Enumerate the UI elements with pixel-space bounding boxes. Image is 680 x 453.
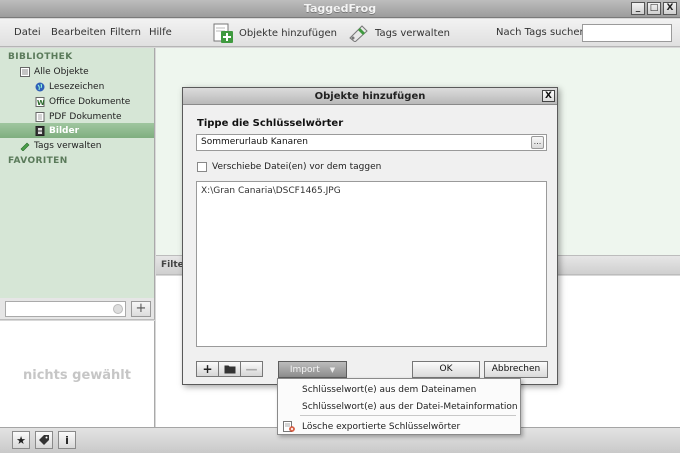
ok-button[interactable]: OK bbox=[412, 361, 480, 378]
chevron-down-icon: ▼ bbox=[329, 365, 336, 374]
menu-bearbeiten[interactable]: Bearbeiten bbox=[51, 27, 106, 38]
menu-filtern[interactable]: Filtern bbox=[110, 27, 141, 38]
window-title: TaggedFrog bbox=[303, 2, 377, 15]
dialog-titlebar: Objekte hinzufügen X bbox=[183, 88, 557, 105]
sidebar-item-office-documents[interactable]: W Office Dokumente bbox=[35, 95, 130, 109]
window-controls: _ □ X bbox=[631, 2, 677, 15]
tag-pencil-icon bbox=[349, 25, 368, 42]
import-dropdown-button[interactable]: Import ▼ bbox=[278, 361, 347, 378]
sidebar-detail-pane: nichts gewählt bbox=[0, 321, 155, 427]
list-item[interactable]: X:\Gran Canaria\DSCF1465.JPG bbox=[201, 186, 341, 196]
sidebar-item-label: Office Dokumente bbox=[49, 97, 131, 107]
sidebar-item-label: PDF Dokumente bbox=[49, 112, 122, 122]
svg-text:W: W bbox=[37, 99, 45, 107]
menu-item-delete-exported-keywords[interactable]: Lösche exportierte Schlüsselwörter bbox=[302, 422, 460, 432]
manage-tags-button[interactable]: Tags verwalten bbox=[348, 23, 450, 43]
sidebar-item-manage-tags[interactable]: Tags verwalten bbox=[20, 139, 102, 153]
list-icon bbox=[20, 67, 30, 77]
tag-search-input[interactable] bbox=[582, 24, 672, 42]
tags-button[interactable] bbox=[35, 431, 53, 449]
dialog-close-button[interactable]: X bbox=[542, 90, 555, 102]
sidebar-item-label: Alle Objekte bbox=[34, 67, 89, 77]
dialog-title: Objekte hinzufügen bbox=[314, 91, 426, 102]
sidebar: BIBLIOTHEK Alle Objekte Lesezeichen W Of… bbox=[0, 48, 155, 298]
favorites-star-button[interactable]: ★ bbox=[12, 431, 30, 449]
sidebar-item-label: Bilder bbox=[49, 126, 80, 136]
film-icon bbox=[35, 126, 45, 136]
menu-toolbar: Datei Bearbeiten Filtern Hilfe Objekte h… bbox=[0, 19, 680, 47]
plus-icon: + bbox=[202, 362, 213, 376]
add-file-button[interactable]: + bbox=[196, 361, 219, 377]
add-favorite-button[interactable]: + bbox=[131, 301, 151, 317]
menu-item-keywords-from-filename[interactable]: Schlüsselwort(e) aus dem Dateinamen bbox=[302, 385, 476, 395]
menu-hilfe[interactable]: Hilfe bbox=[149, 27, 172, 38]
window-titlebar: TaggedFrog _ □ X bbox=[0, 0, 680, 18]
sidebar-item-label: Lesezeichen bbox=[49, 82, 105, 92]
keyword-heading: Tippe die Schlüsselwörter bbox=[197, 118, 344, 129]
word-doc-icon: W bbox=[35, 97, 45, 107]
sidebar-filter-input[interactable] bbox=[5, 301, 126, 317]
minimize-button[interactable]: _ bbox=[631, 2, 645, 15]
info-icon: i bbox=[65, 433, 69, 447]
sidebar-filter-row: + bbox=[0, 298, 155, 320]
add-objects-label: Objekte hinzufügen bbox=[239, 27, 337, 39]
file-list-toolbar: + — bbox=[196, 361, 263, 377]
favorites-heading: FAVORITEN bbox=[8, 156, 68, 166]
globe-icon bbox=[35, 82, 45, 92]
search-label: Nach Tags suchen bbox=[496, 27, 586, 38]
manage-tags-label: Tags verwalten bbox=[375, 27, 450, 39]
sidebar-item-label: Tags verwalten bbox=[34, 141, 102, 151]
nothing-selected-message: nichts gewählt bbox=[23, 368, 131, 383]
sidebar-item-all-objects[interactable]: Alle Objekte bbox=[20, 65, 89, 79]
keyword-value: Sommerurlaub Kanaren bbox=[201, 137, 308, 147]
remove-file-button[interactable]: — bbox=[240, 361, 263, 377]
menu-separator bbox=[300, 415, 516, 416]
folder-icon bbox=[224, 365, 235, 374]
library-heading: BIBLIOTHEK bbox=[8, 52, 73, 62]
add-document-icon bbox=[213, 23, 233, 43]
add-objects-dialog: Objekte hinzufügen X Tippe die Schlüssel… bbox=[182, 87, 558, 385]
import-label: Import bbox=[289, 364, 320, 375]
menu-datei[interactable]: Datei bbox=[14, 27, 41, 38]
sidebar-item-bookmarks[interactable]: Lesezeichen bbox=[35, 80, 104, 94]
sidebar-item-pdf-documents[interactable]: PDF Dokumente bbox=[35, 110, 122, 124]
keyword-input[interactable]: Sommerurlaub Kanaren ... bbox=[196, 134, 547, 151]
tag-icon bbox=[39, 435, 49, 445]
star-icon: ★ bbox=[16, 433, 26, 447]
info-button[interactable]: i bbox=[58, 431, 76, 449]
move-files-checkbox[interactable] bbox=[197, 162, 207, 172]
menu-item-keywords-from-metadata[interactable]: Schlüsselwort(e) aus der Datei-Metainfor… bbox=[302, 402, 518, 412]
pdf-doc-icon bbox=[35, 112, 45, 122]
tag-pencil-icon bbox=[20, 142, 30, 151]
add-objects-button[interactable]: Objekte hinzufügen bbox=[212, 23, 337, 43]
delete-exported-icon bbox=[283, 421, 295, 432]
clear-icon[interactable] bbox=[113, 304, 123, 314]
keyword-more-button[interactable]: ... bbox=[531, 136, 544, 149]
move-files-label: Verschiebe Datei(en) vor dem taggen bbox=[212, 162, 382, 172]
sidebar-item-images[interactable]: Bilder bbox=[35, 124, 79, 138]
file-list[interactable]: X:\Gran Canaria\DSCF1465.JPG bbox=[196, 181, 547, 347]
cancel-button[interactable]: Abbrechen bbox=[484, 361, 548, 378]
close-button[interactable]: X bbox=[663, 2, 677, 15]
import-menu: Schlüsselwort(e) aus dem Dateinamen Schl… bbox=[277, 378, 521, 435]
maximize-button[interactable]: □ bbox=[647, 2, 661, 15]
move-files-option[interactable]: Verschiebe Datei(en) vor dem taggen bbox=[197, 162, 381, 172]
add-folder-button[interactable] bbox=[218, 361, 241, 377]
minus-icon: — bbox=[245, 362, 258, 376]
